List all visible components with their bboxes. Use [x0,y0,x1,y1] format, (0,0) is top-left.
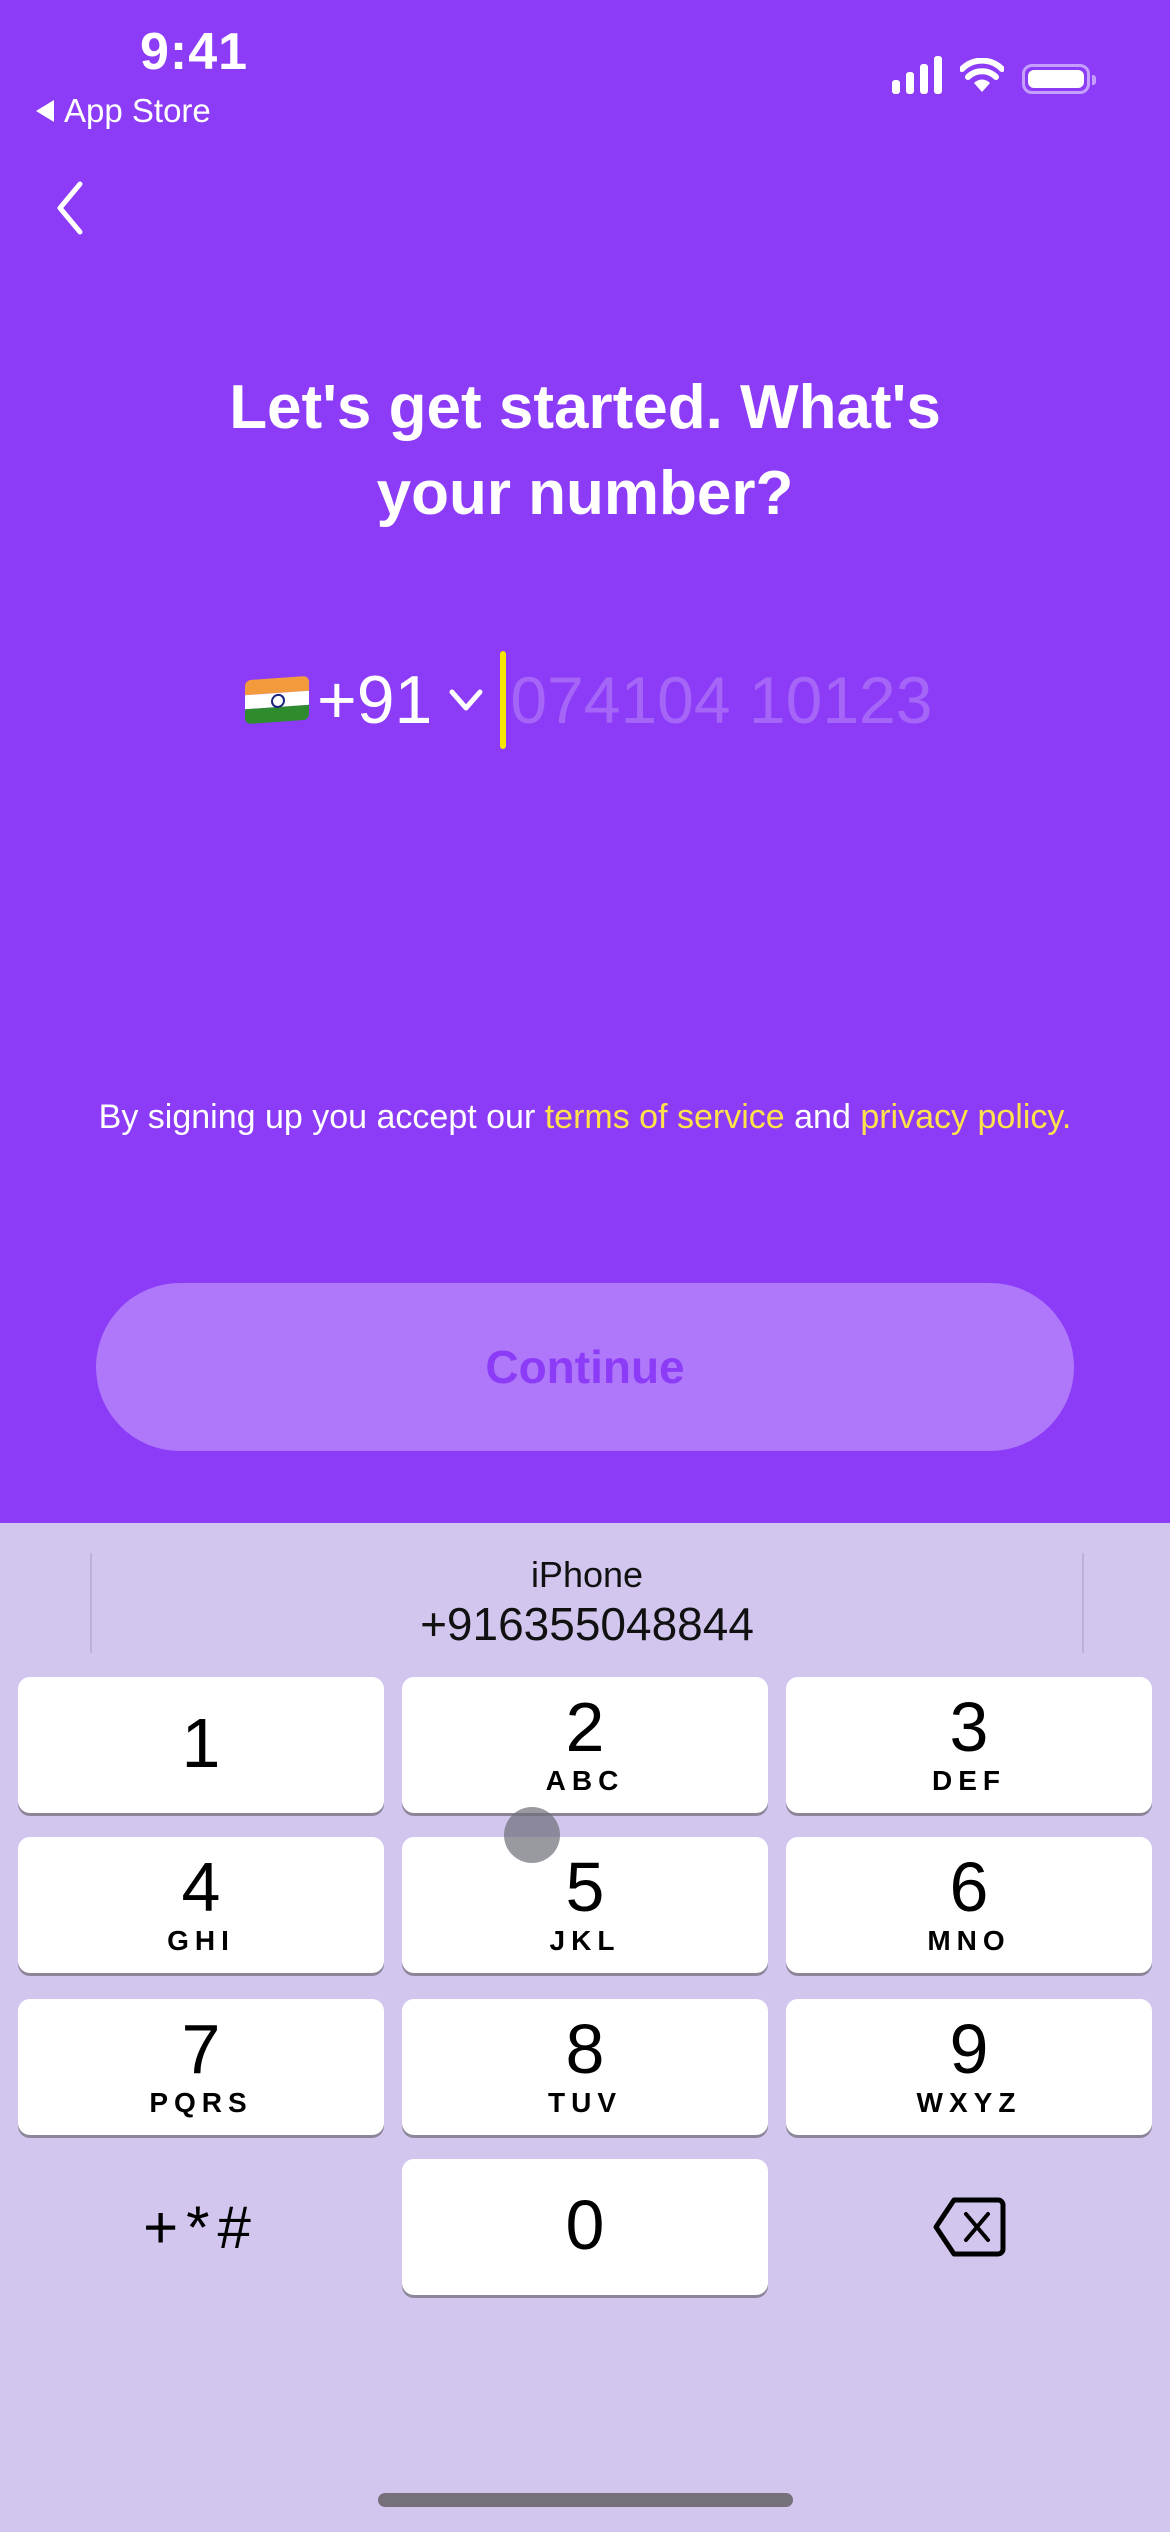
key-3[interactable]: 3 DEF [786,1677,1152,1813]
key-letters: GHI [167,1925,235,1956]
terms-text: By signing up you accept our terms of se… [98,1098,1072,1136]
terms-of-service-link[interactable]: terms of service [545,1098,785,1136]
key-letters: PQRS [149,2087,253,2118]
touch-indicator [504,1807,560,1863]
text-cursor [500,651,507,749]
key-letters: ABC [545,1765,625,1796]
key-0[interactable]: 0 [402,2159,768,2295]
key-letters: TUV [548,2087,622,2118]
signup-screen: 9:41 App Store Let's get started. What's… [0,0,1170,1523]
key-1[interactable]: 1 [18,1677,384,1813]
key-5[interactable]: 5 JKL [402,1837,768,1973]
key-8[interactable]: 8 TUV [402,1999,768,2135]
cellular-signal-icon [892,56,942,94]
key-9[interactable]: 9 WXYZ [786,1999,1152,2135]
backspace-icon [933,2197,1006,2257]
phone-number-input[interactable] [510,662,931,738]
key-digit: 7 [181,2010,221,2088]
key-digit: 9 [949,2010,989,2088]
key-7[interactable]: 7 PQRS [18,1999,384,2135]
key-digit: 3 [949,1688,989,1766]
key-letters: WXYZ [916,2087,1022,2118]
wifi-icon [960,58,1004,92]
key-letters: MNO [927,1925,1011,1956]
key-letters: +*# [143,2193,259,2261]
india-flag-icon[interactable] [245,675,309,725]
delete-key[interactable] [786,2159,1152,2295]
status-icons [892,56,1096,94]
key-letters: DEF [932,1765,1006,1796]
chevron-left-icon[interactable] [50,178,90,238]
key-digit: 6 [949,1848,989,1926]
phone-keypad: iPhone +916355048844 1 2 ABC 3 DEF 4 GHI 5J… [0,1523,1170,2532]
key-digit: 8 [565,2010,605,2088]
key-2[interactable]: 2 ABC [402,1677,768,1813]
back-app-label: App Store [64,92,211,129]
symbols-key[interactable]: +*# [18,2159,384,2295]
continue-button[interactable]: Continue [96,1283,1074,1451]
back-triangle-icon [36,100,54,122]
country-code[interactable]: +91 [317,661,432,739]
back-to-app-store[interactable]: App Store [36,92,211,130]
phone-number-row: +91 [245,645,931,755]
contact-suggestion[interactable]: iPhone +916355048844 [90,1553,1084,1653]
key-letters: JKL [549,1925,621,1956]
key-digit: 5 [565,1848,605,1926]
key-4[interactable]: 4 GHI [18,1837,384,1973]
key-digit: 0 [565,2186,605,2264]
status-time: 9:41 [140,23,249,81]
home-indicator[interactable] [378,2493,793,2507]
page-title: Let's get started. What's your number? [229,373,941,528]
key-digit: 1 [181,1704,221,1782]
battery-icon [1022,64,1096,94]
privacy-policy-link[interactable]: privacy policy. [860,1098,1071,1136]
key-6[interactable]: 6 MNO [786,1837,1152,1973]
chevron-down-icon[interactable] [446,680,486,720]
key-digit: 4 [181,1848,221,1926]
key-digit: 2 [565,1688,605,1766]
